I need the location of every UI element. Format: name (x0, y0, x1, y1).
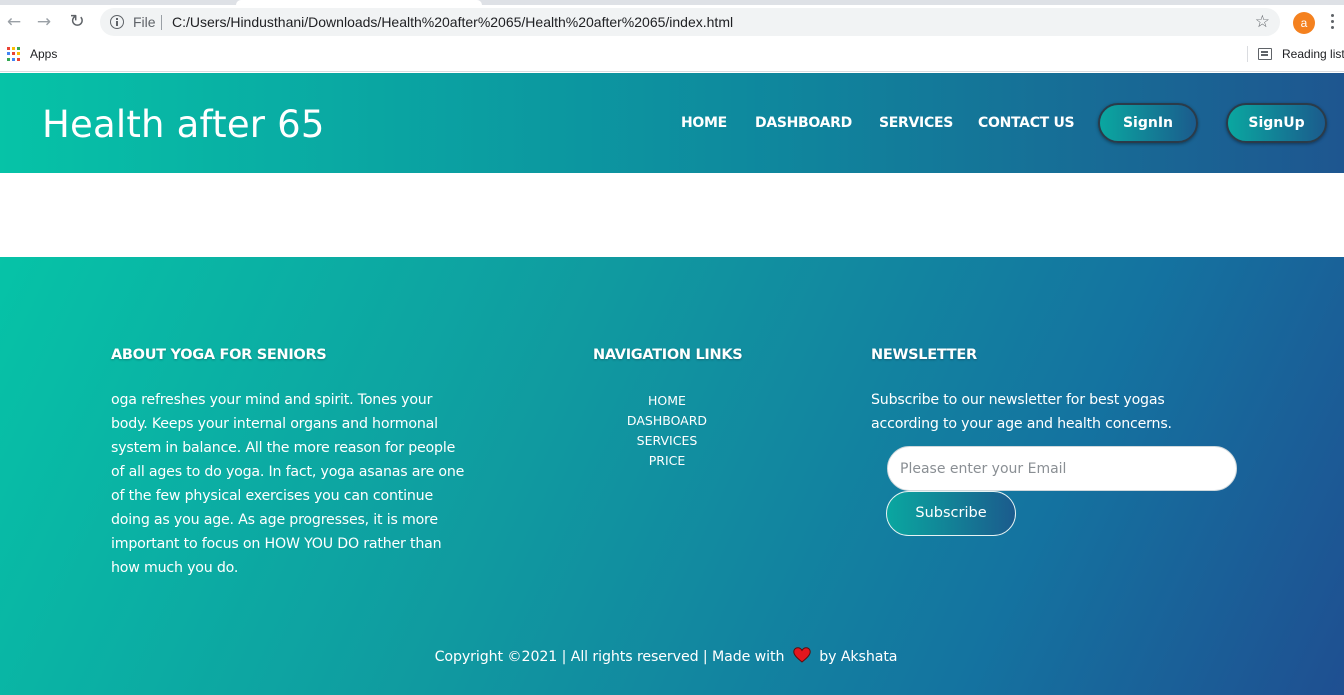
reading-list-button[interactable]: Reading list (1282, 47, 1344, 61)
site-header: Health after 65 HOME DASHBOARD SERVICES … (0, 73, 1344, 173)
signup-button[interactable]: SignUp (1226, 103, 1327, 143)
page-content: Health after 65 HOME DASHBOARD SERVICES … (0, 73, 1344, 695)
site-logo[interactable]: Health after 65 (42, 103, 325, 146)
address-bar[interactable]: File C:/Users/Hindusthani/Downloads/Heal… (100, 8, 1280, 36)
navigation-heading: NAVIGATION LINKS (593, 347, 743, 363)
about-text: oga refreshes your mind and spirit. Tone… (111, 392, 465, 576)
divider (161, 15, 162, 30)
bookmark-star-icon[interactable]: ☆ (1255, 12, 1270, 32)
footer-link-price[interactable]: PRICE (600, 451, 734, 471)
content-area (0, 173, 1344, 257)
nav-dashboard-link[interactable]: DASHBOARD (755, 115, 852, 131)
site-footer: ABOUT YOGA FOR SENIORS oga refreshes you… (0, 257, 1344, 695)
footer-link-home[interactable]: HOME (600, 391, 734, 411)
copyright-text: Copyright ©2021 | All rights reserved | … (0, 647, 1332, 665)
profile-avatar[interactable]: a (1293, 12, 1315, 34)
divider (1247, 46, 1248, 62)
footer-link-dashboard[interactable]: DASHBOARD (600, 411, 734, 431)
subscribe-button[interactable]: Subscribe (886, 491, 1016, 536)
heart-icon (793, 647, 811, 663)
email-input[interactable] (887, 446, 1237, 491)
info-icon[interactable] (110, 15, 124, 29)
reload-icon[interactable]: ↻ (67, 12, 87, 32)
apps-bookmark[interactable]: Apps (30, 47, 57, 61)
copyright-prefix: Copyright ©2021 | All rights reserved | … (434, 649, 785, 665)
url-text[interactable]: C:/Users/Hindusthani/Downloads/Health%20… (172, 14, 733, 30)
browser-toolbar: ← → ↻ File C:/Users/Hindusthani/Download… (0, 5, 1344, 39)
newsletter-heading: NEWSLETTER (871, 347, 977, 363)
signin-button[interactable]: SignIn (1098, 103, 1198, 143)
nav-home-link[interactable]: HOME (681, 115, 727, 131)
footer-link-services[interactable]: SERVICES (600, 431, 734, 451)
bookmarks-bar: Apps Reading list (0, 39, 1344, 72)
scheme-label: File (133, 14, 156, 30)
nav-contact-link[interactable]: CONTACT US (978, 115, 1075, 131)
back-arrow-icon[interactable]: ← (4, 12, 24, 32)
reading-list-icon[interactable] (1258, 48, 1272, 60)
about-heading: ABOUT YOGA FOR SENIORS (111, 347, 327, 363)
footer-nav-list: HOME DASHBOARD SERVICES PRICE (600, 391, 734, 471)
apps-grid-icon[interactable] (7, 47, 21, 61)
nav-services-link[interactable]: SERVICES (879, 115, 953, 131)
forward-arrow-icon[interactable]: → (34, 12, 54, 32)
browser-menu-icon[interactable] (1331, 14, 1335, 32)
newsletter-text: Subscribe to our newsletter for best yog… (871, 392, 1172, 432)
copyright-author: by Akshata (819, 649, 898, 665)
